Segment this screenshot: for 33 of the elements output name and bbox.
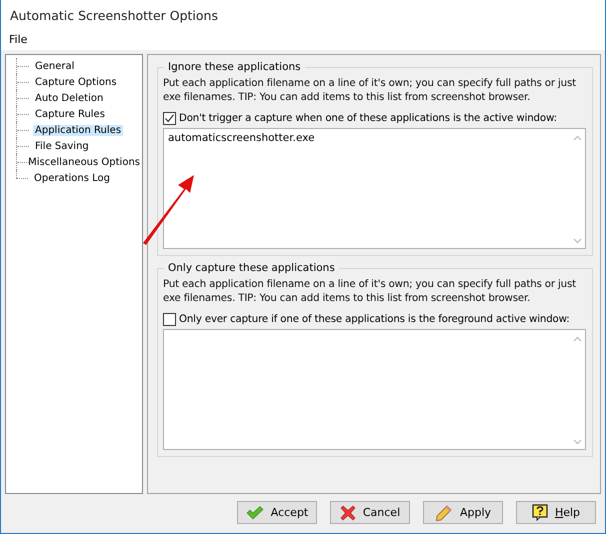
group-title: Only capture these applications xyxy=(164,262,339,274)
tree-item[interactable]: General xyxy=(33,60,76,72)
help-icon xyxy=(532,504,548,521)
tree-item[interactable]: Capture Rules xyxy=(33,108,107,120)
text-area[interactable]: automaticscreenshotter.exe xyxy=(163,128,586,249)
scroll-up-icon[interactable] xyxy=(572,135,582,141)
description-text: Put each application filename on a line of it's own; you can specify full paths or just exe filenames. TIP: You can add items to this list from screenshot browser. xyxy=(163,77,577,105)
arrow-drawing xyxy=(140,173,196,245)
group-title: Ignore these applications xyxy=(164,61,305,73)
checkbox[interactable] xyxy=(163,313,176,326)
tree-item[interactable]: Operations Log xyxy=(32,172,112,184)
tree-item[interactable]: Miscellaneous Options xyxy=(26,156,142,168)
menu-item[interactable]: File xyxy=(9,32,28,46)
apply-button[interactable]: Apply xyxy=(423,501,503,524)
tree-item[interactable]: Auto Deletion xyxy=(33,92,106,104)
cancel-button[interactable]: Cancel xyxy=(330,501,410,524)
checkbox-label: Only ever capture if one of these applications is the foreground active window: xyxy=(179,314,570,325)
check-icon xyxy=(246,506,264,520)
cross-icon xyxy=(340,504,356,520)
checkbox-label: Don't trigger a capture when one of these applications is the active window: xyxy=(179,113,557,124)
description-text: Put each application filename on a line of it's own; you can specify full paths or just exe filenames. TIP: You can add items to this list from screenshot browser. xyxy=(163,278,577,306)
accept-button[interactable]: Accept xyxy=(237,501,317,524)
checkbox[interactable] xyxy=(163,112,176,125)
tree-item[interactable]: Application Rules xyxy=(33,124,124,136)
tree-item[interactable]: File Saving xyxy=(33,140,91,152)
scroll-down-icon[interactable] xyxy=(572,238,582,244)
scroll-down-icon[interactable] xyxy=(572,439,582,445)
window-title: Automatic Screenshotter Options xyxy=(1,0,605,28)
text-area-value: automaticscreenshotter.exe xyxy=(168,132,315,144)
scroll-up-icon[interactable] xyxy=(572,336,582,342)
tree-item[interactable]: Capture Options xyxy=(33,76,119,88)
help-button[interactable]: Help xyxy=(516,501,596,524)
pencil-icon xyxy=(434,504,453,522)
